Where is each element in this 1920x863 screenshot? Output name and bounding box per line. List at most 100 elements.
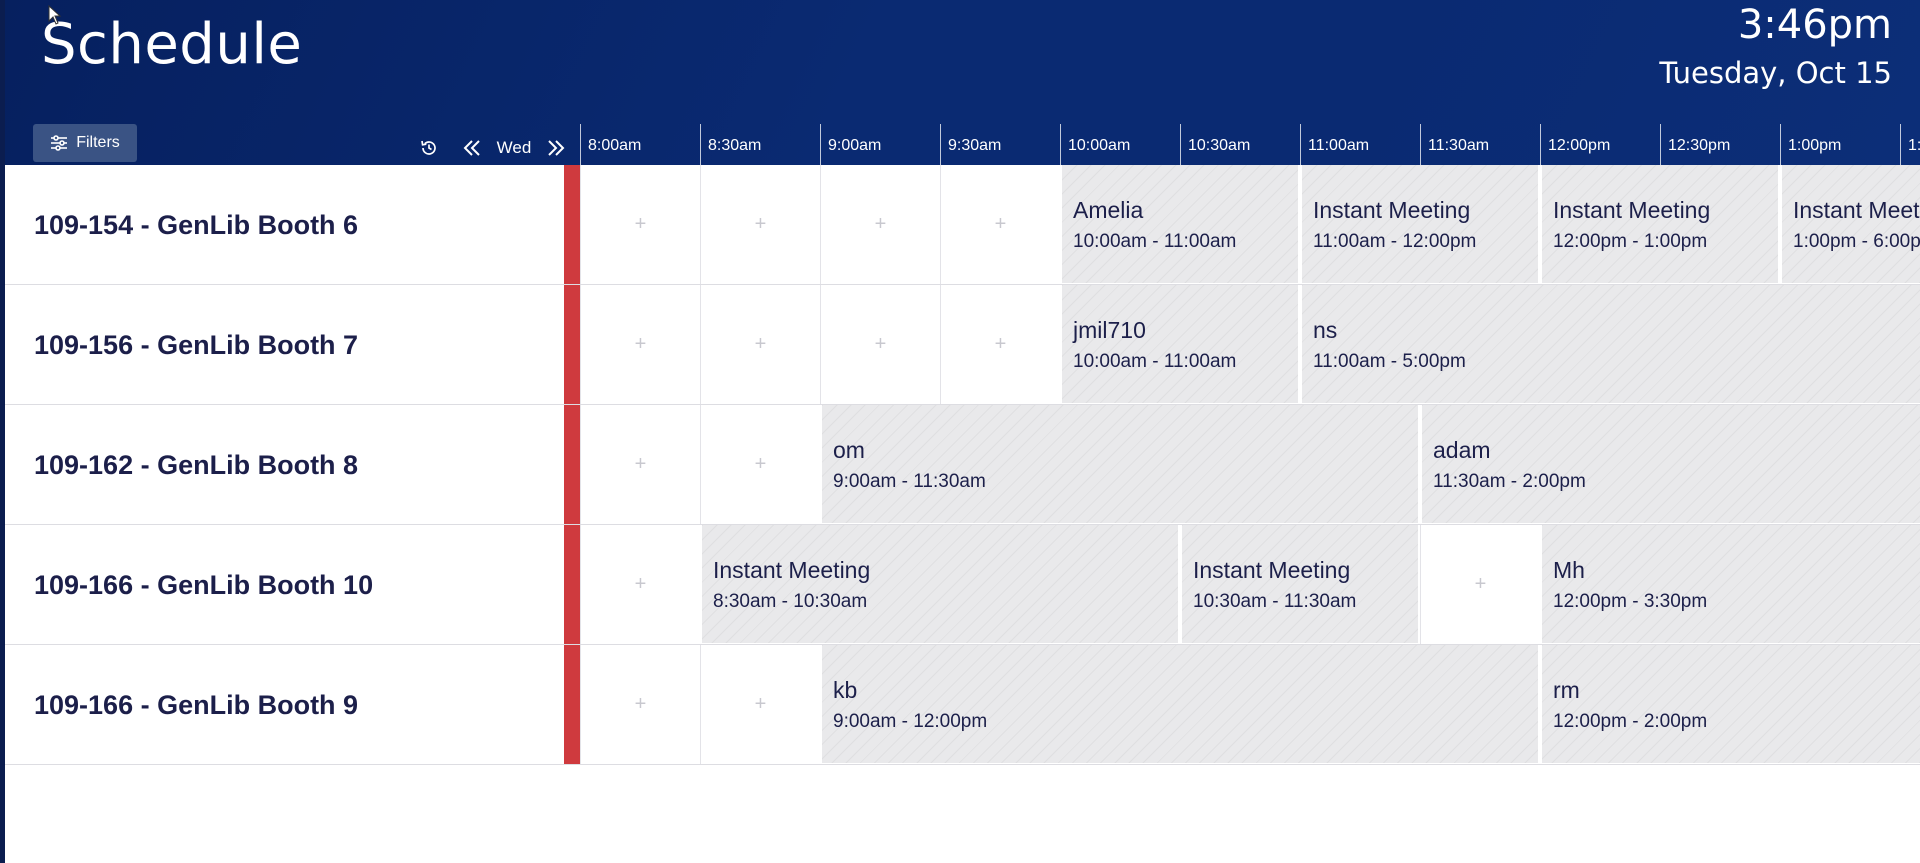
booking-time: 9:00am - 11:30am <box>833 471 986 492</box>
timeline-tick: 8:00am <box>580 124 700 165</box>
plus-icon: + <box>754 213 767 235</box>
booking-block[interactable]: jmil710 10:00am - 11:00am <box>1060 285 1300 403</box>
free-slot-add-button[interactable]: + <box>580 405 700 524</box>
booking-block[interactable]: Instant Meeting 11:00am - 12:00pm <box>1300 165 1540 283</box>
plus-icon: + <box>754 453 767 475</box>
booking-block[interactable]: adam 11:30am - 2:00pm <box>1420 405 1920 523</box>
free-slot-add-button[interactable]: + <box>700 285 820 404</box>
current-time-marker <box>564 525 580 644</box>
booking-time: 12:00pm - 2:00pm <box>1553 711 1708 732</box>
next-day-button[interactable] <box>543 134 569 162</box>
current-time-marker <box>564 645 580 764</box>
plus-icon: + <box>634 333 647 355</box>
timeline-tick: 12:00pm <box>1540 124 1660 165</box>
timeline-tick: 1:00pm <box>1780 124 1900 165</box>
page-title: Schedule <box>41 12 303 77</box>
filters-button[interactable]: Filters <box>33 124 137 162</box>
booking-title: jmil710 <box>1073 317 1146 343</box>
booking-title: Instant Meeting <box>1313 197 1471 223</box>
free-slot-add-button[interactable]: + <box>700 645 820 764</box>
free-slot-add-button[interactable]: + <box>700 165 820 284</box>
free-slot-add-button[interactable]: + <box>580 165 700 284</box>
plus-icon: + <box>634 453 647 475</box>
room-name[interactable]: 109-166 - GenLib Booth 9 <box>34 645 358 765</box>
room-row: 109-156 - GenLib Booth 7 + + + + jmil710 10:00… <box>5 285 1920 405</box>
booking-block[interactable]: Amelia 10:00am - 11:00am <box>1060 165 1300 283</box>
room-row: 109-166 - GenLib Booth 10 + + Instant Meeti… <box>5 525 1920 645</box>
booking-title: Instant Meeting <box>1553 197 1711 223</box>
plus-icon: + <box>874 333 887 355</box>
timeline-tick-label: 9:30am <box>948 137 1002 154</box>
schedule-app: Schedule 3:46pm Tuesday, Oct 15 Filters <box>5 0 1920 863</box>
booking-title: kb <box>833 677 858 703</box>
free-slot-add-button[interactable]: + <box>580 645 700 764</box>
booking-title: Amelia <box>1073 197 1144 223</box>
header: Schedule 3:46pm Tuesday, Oct 15 Filters <box>5 0 1920 165</box>
booking-time: 1:00pm - 6:00pm <box>1793 231 1920 252</box>
free-slot-add-button[interactable]: + <box>940 285 1060 404</box>
current-date: Tuesday, Oct 15 <box>1659 56 1892 90</box>
booking-title: om <box>833 437 865 463</box>
timeline-tick: 8:30am <box>700 124 820 165</box>
history-icon <box>421 140 436 155</box>
timeline-tick-label: 11:00am <box>1308 137 1370 154</box>
room-name[interactable]: 109-166 - GenLib Booth 10 <box>34 525 373 645</box>
current-day-selector[interactable]: Wed <box>491 134 537 162</box>
booking-title: ns <box>1313 317 1338 343</box>
booking-title: Instant Meeting <box>1193 557 1351 583</box>
booking-time: 10:00am - 11:00am <box>1073 231 1237 252</box>
booking-title: Instant Meeting <box>1793 197 1920 223</box>
booking-block[interactable]: Mh 12:00pm - 3:30pm <box>1540 525 1920 643</box>
booking-block[interactable]: Instant Meeting 8:30am - 10:30am <box>700 525 1180 643</box>
booking-time: 11:30am - 2:00pm <box>1433 471 1586 492</box>
booking-block[interactable]: Instant Meeting 12:00pm - 1:00pm <box>1540 165 1780 283</box>
booking-time: 12:00pm - 3:30pm <box>1553 591 1708 612</box>
booking-block[interactable]: rm 12:00pm - 2:00pm <box>1540 645 1920 763</box>
history-button[interactable] <box>417 134 441 162</box>
timeline-tick: 10:30am <box>1180 124 1300 165</box>
free-slot-add-button[interactable]: + <box>580 525 700 644</box>
booking-time: 10:00am - 11:00am <box>1073 351 1237 372</box>
free-slot-add-button[interactable]: + <box>1420 525 1540 644</box>
booking-block[interactable]: ns 11:00am - 5:00pm <box>1300 285 1920 403</box>
booking-block[interactable]: Instant Meeting 10:30am - 11:30am <box>1180 525 1420 643</box>
plus-icon: + <box>874 213 887 235</box>
free-slot-add-button[interactable]: + <box>580 285 700 404</box>
timeline-tick-label: 11:30am <box>1428 137 1490 154</box>
plus-icon: + <box>754 693 767 715</box>
timeline-tick-label: 10:00am <box>1068 137 1131 154</box>
double-chevron-right-icon <box>548 140 565 156</box>
timeline-tick-label: 1: <box>1908 137 1920 154</box>
room-row: 109-162 - GenLib Booth 8 + + om 9:00am - 11:… <box>5 405 1920 525</box>
current-time-marker <box>564 165 580 284</box>
booking-title: rm <box>1553 677 1580 703</box>
timeline-tick: 9:30am <box>940 124 1060 165</box>
timeline-tick: 11:30am <box>1420 124 1540 165</box>
plus-icon: + <box>994 213 1007 235</box>
room-name[interactable]: 109-154 - GenLib Booth 6 <box>34 165 358 285</box>
booking-block[interactable]: Instant Meeting 1:00pm - 6:00pm <box>1780 165 1920 283</box>
booking-block[interactable]: om 9:00am - 11:30am <box>820 405 1420 523</box>
booking-time: 8:30am - 10:30am <box>713 591 868 612</box>
plus-icon: + <box>994 333 1007 355</box>
plus-icon: + <box>634 213 647 235</box>
free-slot-add-button[interactable]: + <box>700 405 820 524</box>
free-slot-add-button[interactable]: + <box>820 165 940 284</box>
room-name[interactable]: 109-156 - GenLib Booth 7 <box>34 285 358 405</box>
timeline-tick-label: 10:30am <box>1188 137 1251 154</box>
free-slot-add-button[interactable]: + <box>820 285 940 404</box>
mouse-cursor-icon <box>48 5 62 25</box>
timeline-tick: 11:00am <box>1300 124 1420 165</box>
free-slot-add-button[interactable]: + <box>940 165 1060 284</box>
plus-icon: + <box>634 693 647 715</box>
room-rows: 109-154 - GenLib Booth 6 + + + + Amelia 10:00a… <box>5 165 1920 765</box>
previous-day-button[interactable] <box>459 134 485 162</box>
day-label: Wed <box>496 138 532 157</box>
timeline-tick-label: 8:00am <box>588 137 642 154</box>
room-name[interactable]: 109-162 - GenLib Booth 8 <box>34 405 358 525</box>
plus-icon: + <box>754 333 767 355</box>
booking-block[interactable]: kb 9:00am - 12:00pm <box>820 645 1540 763</box>
current-time-marker <box>564 405 580 524</box>
booking-title: adam <box>1433 437 1491 463</box>
current-time: 3:46pm <box>1737 2 1892 48</box>
